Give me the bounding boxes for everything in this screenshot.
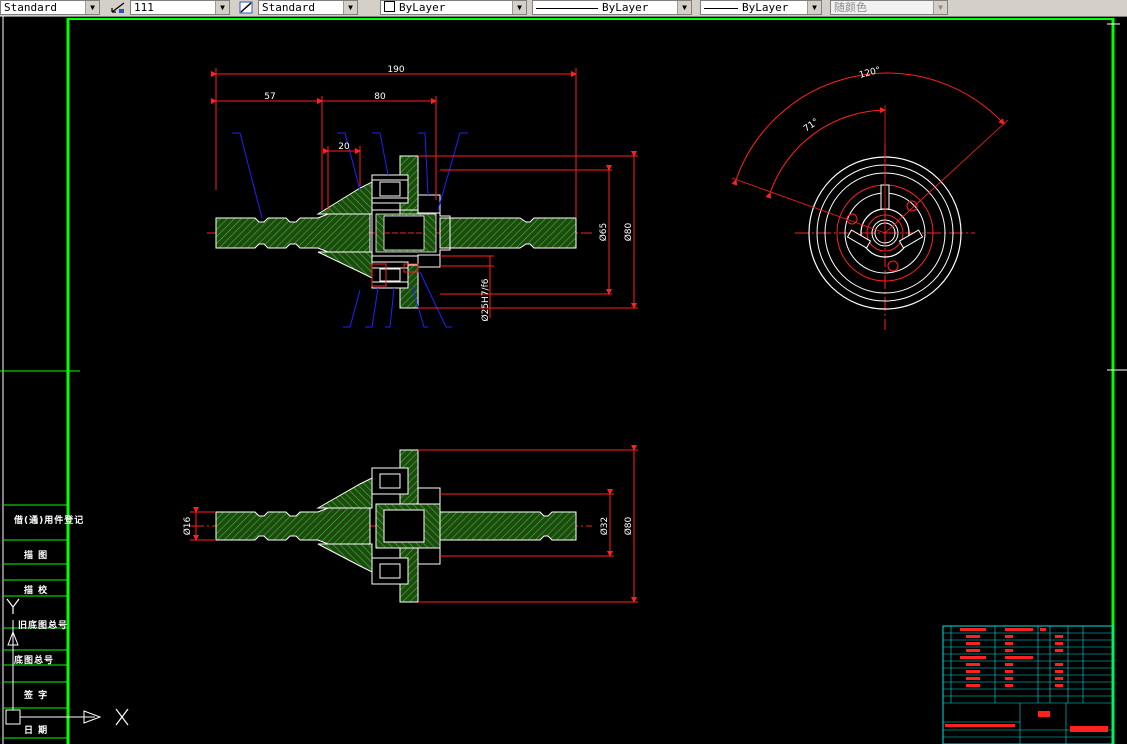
left-label-old-base: 旧底图总号 [18, 621, 69, 631]
dimensions-top [211, 68, 638, 318]
left-label-sign: 签 字 [24, 691, 49, 701]
side-view: 120° 71° [731, 66, 1009, 330]
properties-toolbar: Standard ▼ 111 ▼ Standard ▼ ByLayer ▼ By… [0, 0, 1127, 17]
lineweight-preview-icon [704, 7, 738, 9]
title-block [942, 625, 1114, 744]
linetype-dropdown[interactable]: ByLayer ▼ [532, 0, 692, 15]
linetype-value: ByLayer [602, 1, 649, 14]
linetype-preview-icon [536, 7, 598, 9]
angle-inner-label: 71° [802, 117, 821, 134]
left-label-check: 描 校 [24, 586, 49, 596]
left-label-date: 日 期 [24, 726, 49, 736]
chevron-down-icon[interactable]: ▼ [807, 1, 821, 14]
dim-fit: Ø25H7/f6 [480, 278, 491, 321]
drawing-canvas[interactable]: 190 57 80 20 Ø65 Ø80 Ø25H7/f6 120° 71° Ø… [0, 16, 1127, 744]
color-swatch-icon [384, 1, 395, 12]
left-label-borrowed: 借(通)用件登记 [14, 516, 85, 526]
text-style-value: Standard [4, 1, 57, 14]
chevron-down-icon[interactable]: ▼ [677, 1, 691, 14]
dim-mid-length: 80 [374, 92, 386, 102]
chevron-down-icon[interactable]: ▼ [512, 1, 526, 14]
dim-dia-inner: Ø65 [598, 223, 609, 242]
section-view-bottom [190, 449, 592, 603]
table-style-value: Standard [262, 1, 315, 14]
layer-color-dropdown[interactable]: ByLayer ▼ [380, 0, 527, 15]
chevron-down-icon[interactable]: ▼ [343, 1, 357, 14]
table-style-icon[interactable] [238, 0, 254, 15]
plot-style-dropdown[interactable]: 随颜色 ▼ [830, 0, 948, 15]
drawing-frame [0, 16, 1127, 744]
dim-dia-shaft: Ø16 [182, 516, 193, 535]
dimension-style-dropdown[interactable]: 111 ▼ [130, 0, 230, 15]
chevron-down-icon[interactable]: ▼ [933, 1, 947, 14]
layer-color-value: ByLayer [399, 1, 446, 14]
plot-style-value: 随颜色 [834, 1, 867, 14]
chevron-down-icon[interactable]: ▼ [85, 1, 99, 14]
text-style-dropdown[interactable]: Standard ▼ [0, 0, 100, 15]
dimension-style-icon[interactable] [110, 0, 126, 15]
dim-overall-length: 190 [387, 65, 404, 75]
lineweight-dropdown[interactable]: ByLayer ▼ [700, 0, 822, 15]
dim-hub-length: 20 [338, 142, 350, 152]
dimension-style-value: 111 [134, 1, 154, 14]
left-label-base: 底图总号 [14, 656, 55, 666]
section-view-top [207, 132, 592, 328]
dim-dia-mid: Ø32 [599, 517, 610, 536]
table-style-dropdown[interactable]: Standard ▼ [258, 0, 358, 15]
angle-outer-label: 120° [858, 66, 882, 81]
chevron-down-icon[interactable]: ▼ [215, 1, 229, 14]
dim-left-length: 57 [264, 92, 275, 102]
left-label-tracing: 描 图 [24, 551, 49, 561]
dim-dia-outer-bottom: Ø80 [623, 516, 634, 535]
lineweight-value: ByLayer [742, 1, 789, 14]
dim-dia-outer: Ø80 [623, 222, 634, 241]
